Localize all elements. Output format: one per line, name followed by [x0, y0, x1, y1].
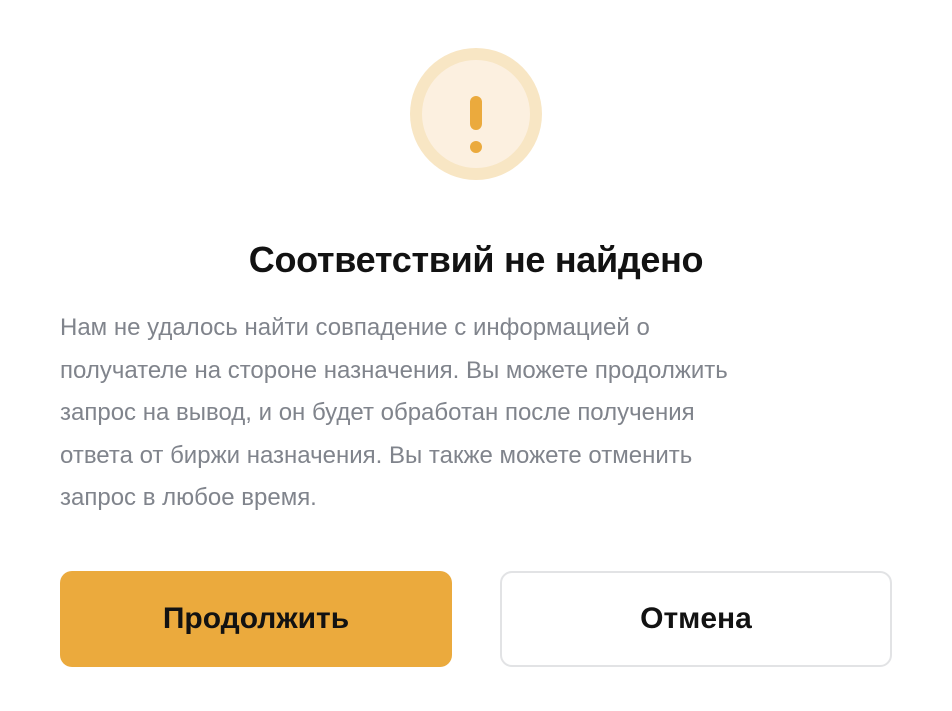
message-line: ответа от биржи назначения. Вы также мож…: [60, 441, 693, 469]
warning-icon: [422, 60, 530, 168]
message-line: Нам не удалось найти совпадение с информ…: [60, 314, 650, 341]
no-match-dialog: Соответствий не найдено Нам не удалось н…: [0, 0, 952, 711]
cancel-button[interactable]: Отмена: [500, 571, 892, 667]
continue-button[interactable]: Продолжить: [60, 571, 452, 667]
dialog-title: Соответствий не найдено: [248, 239, 704, 280]
dialog-message: Нам не удалось найти совпадение с информ…: [60, 307, 900, 520]
warning-icon-ring: [410, 48, 542, 180]
exclamation-icon: [470, 96, 482, 153]
message-line: запрос в любое время.: [60, 484, 317, 511]
message-line: запрос на вывод, и он будет обработан по…: [60, 399, 695, 426]
message-line: получателе на стороне назначения. Вы мож…: [60, 356, 728, 384]
